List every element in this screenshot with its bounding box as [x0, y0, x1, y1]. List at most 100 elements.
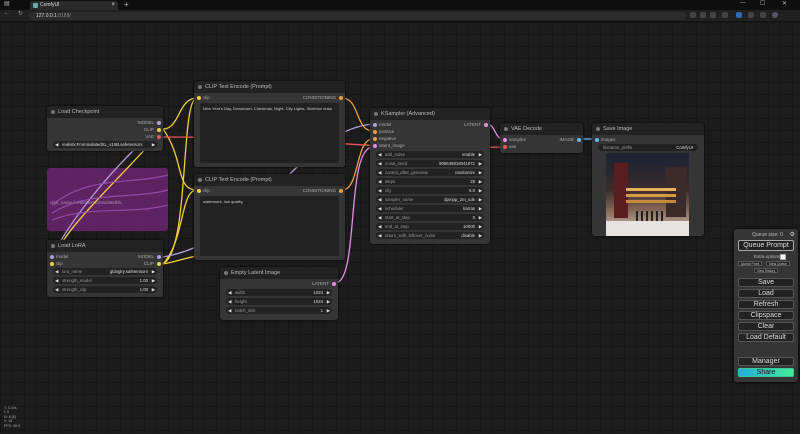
scheduler-widget[interactable]: ◀ scheduler karras ▶: [376, 205, 484, 212]
steps-widget[interactable]: ◀ steps 25 ▶: [376, 178, 484, 185]
arrow-right-icon[interactable]: ▶: [327, 298, 330, 305]
clear-button[interactable]: Clear: [738, 322, 794, 331]
arrow-left-icon[interactable]: ◀: [228, 289, 231, 296]
arrow-right-icon[interactable]: ▶: [152, 141, 155, 148]
share-button[interactable]: Share: [738, 368, 794, 377]
collapse-dot-icon[interactable]: [596, 127, 600, 131]
load-default-button[interactable]: Load Default: [738, 333, 794, 342]
output-conditioning-pin[interactable]: [339, 96, 343, 100]
collapse-dot-icon[interactable]: [374, 112, 378, 116]
noise-seed-widget[interactable]: ◀ noise_seed 905648818041871 ▶: [376, 160, 484, 167]
arrow-left-icon[interactable]: ◀: [228, 307, 231, 314]
collapse-dot-icon[interactable]: [198, 178, 202, 182]
save-button[interactable]: Save: [738, 278, 794, 287]
control-after-generate-widget[interactable]: ◀ control_after_generate randomize ▶: [376, 169, 484, 176]
batch-size-widget[interactable]: ◀ batch_size 1 ▶: [226, 307, 332, 314]
end-at-step-widget[interactable]: ◀ end_at_step 10000 ▶: [376, 223, 484, 230]
arrow-left-icon[interactable]: ◀: [378, 196, 381, 203]
queue-prompt-button[interactable]: Queue Prompt: [738, 240, 794, 251]
input-negative-pin[interactable]: [373, 137, 377, 141]
input-samples-pin[interactable]: [503, 138, 507, 142]
arrow-right-icon[interactable]: ▶: [479, 169, 482, 176]
output-clip-pin[interactable]: [157, 128, 161, 132]
generated-image-preview[interactable]: [606, 153, 689, 236]
return-with-leftover-noise-widget[interactable]: ◀ return_with_leftover_noise disable ▶: [376, 232, 484, 239]
arrow-left-icon[interactable]: ◀: [378, 205, 381, 212]
arrow-right-icon[interactable]: ▶: [327, 307, 330, 314]
arrow-right-icon[interactable]: ▶: [479, 151, 482, 158]
output-vae-pin[interactable]: [157, 135, 161, 139]
input-latent-pin[interactable]: [373, 144, 377, 148]
arrow-left-icon[interactable]: ◀: [378, 151, 381, 158]
input-model-pin[interactable]: [373, 123, 377, 127]
input-model-pin[interactable]: [50, 255, 54, 259]
add-noise-widget[interactable]: ◀ add_noise enable ▶: [376, 151, 484, 158]
input-images-pin[interactable]: [595, 138, 599, 142]
arrow-left-icon[interactable]: ◀: [55, 286, 58, 293]
load-checkpoint-node[interactable]: Load Checkpoint MODEL CLIP VAE ◀ realist…: [47, 106, 163, 151]
start-at-step-widget[interactable]: ◀ start_at_step 0 ▶: [376, 214, 484, 221]
arrow-left-icon[interactable]: ◀: [378, 169, 381, 176]
output-latent-pin[interactable]: [332, 282, 336, 286]
arrow-right-icon[interactable]: ▶: [152, 277, 155, 284]
arrow-left-icon[interactable]: ◀: [378, 214, 381, 221]
lora-name-widget[interactable]: ◀ lora_name gldnglry.safetensors ▶: [53, 268, 157, 275]
collapse-dot-icon[interactable]: [51, 110, 55, 114]
arrow-right-icon[interactable]: ▶: [152, 268, 155, 275]
arrow-right-icon[interactable]: ▶: [479, 178, 482, 185]
output-image-pin[interactable]: [577, 138, 581, 142]
collapse-dot-icon[interactable]: [51, 244, 55, 248]
arrow-right-icon[interactable]: ▶: [479, 214, 482, 221]
vae-decode-node[interactable]: VAE Decode samples vae IMAGE: [500, 123, 583, 153]
arrow-right-icon[interactable]: ▶: [152, 286, 155, 293]
arrow-right-icon[interactable]: ▶: [479, 223, 482, 230]
clip-text-encode-positive-node[interactable]: CLIP Text Encode (Prompt) clip CONDITION…: [194, 81, 345, 167]
arrow-right-icon[interactable]: ▶: [327, 289, 330, 296]
sampler-name-widget[interactable]: ◀ sampler_name dpmpp_2m_sde ▶: [376, 196, 484, 203]
arrow-right-icon[interactable]: ▶: [479, 205, 482, 212]
ksampler-advanced-node[interactable]: KSampler (Advanced) model positive negat…: [370, 108, 490, 244]
view-queue-button[interactable]: View Queue: [766, 261, 790, 266]
empty-latent-image-node[interactable]: Empty Latent Image LATENT ◀ width 1024 ▶ ◀ h…: [220, 267, 338, 320]
arrow-left-icon[interactable]: ◀: [55, 141, 58, 148]
arrow-left-icon[interactable]: ◀: [378, 223, 381, 230]
output-latent-pin[interactable]: [484, 123, 488, 127]
width-widget[interactable]: ◀ width 1024 ▶: [226, 289, 332, 296]
height-widget[interactable]: ◀ height 1024 ▶: [226, 298, 332, 305]
clipspace-button[interactable]: Clipspace: [738, 311, 794, 320]
input-clip-pin[interactable]: [50, 262, 54, 266]
settings-gear-icon[interactable]: ⚙: [790, 231, 795, 238]
output-clip-pin[interactable]: [157, 262, 161, 266]
view-history-button[interactable]: View History: [754, 268, 778, 273]
strength-model-widget[interactable]: ◀ strength_model 1.00 ▶: [53, 277, 157, 284]
collapse-dot-icon[interactable]: [504, 127, 508, 131]
strength-clip-widget[interactable]: ◀ strength_clip 1.00 ▶: [53, 286, 157, 293]
arrow-left-icon[interactable]: ◀: [378, 160, 381, 167]
clip-text-encode-negative-node[interactable]: CLIP Text Encode (Prompt) clip CONDITION…: [194, 174, 345, 260]
arrow-right-icon[interactable]: ▶: [479, 232, 482, 239]
arrow-right-icon[interactable]: ▶: [479, 160, 482, 167]
cfg-widget[interactable]: ◀ cfg 6.0 ▶: [376, 187, 484, 194]
arrow-left-icon[interactable]: ◀: [378, 178, 381, 185]
extra-options-checkbox[interactable]: [780, 254, 786, 260]
output-model-pin[interactable]: [157, 121, 161, 125]
arrow-left-icon[interactable]: ◀: [378, 232, 381, 239]
queue-front-button[interactable]: Queue Front: [738, 261, 762, 266]
input-vae-pin[interactable]: [503, 145, 507, 149]
prompt-textarea[interactable]: watermark, low quality,: [200, 196, 339, 256]
arrow-right-icon[interactable]: ▶: [479, 196, 482, 203]
output-model-pin[interactable]: [157, 255, 161, 259]
input-clip-pin[interactable]: [197, 96, 201, 100]
refresh-button[interactable]: Refresh: [738, 300, 794, 309]
manager-button[interactable]: Manager: [738, 357, 794, 366]
load-lora-node[interactable]: Load LoRA model clip MODEL CLIP ◀ lora_na…: [47, 240, 163, 297]
collapse-dot-icon[interactable]: [224, 271, 228, 275]
arrow-left-icon[interactable]: ◀: [55, 277, 58, 284]
filename-prefix-widget[interactable]: filename_prefix ComfyUI: [598, 144, 698, 151]
collapse-dot-icon[interactable]: [198, 85, 202, 89]
input-clip-pin[interactable]: [197, 189, 201, 193]
load-button[interactable]: Load: [738, 289, 794, 298]
arrow-right-icon[interactable]: ▶: [479, 187, 482, 194]
arrow-left-icon[interactable]: ◀: [378, 187, 381, 194]
arrow-left-icon[interactable]: ◀: [228, 298, 231, 305]
